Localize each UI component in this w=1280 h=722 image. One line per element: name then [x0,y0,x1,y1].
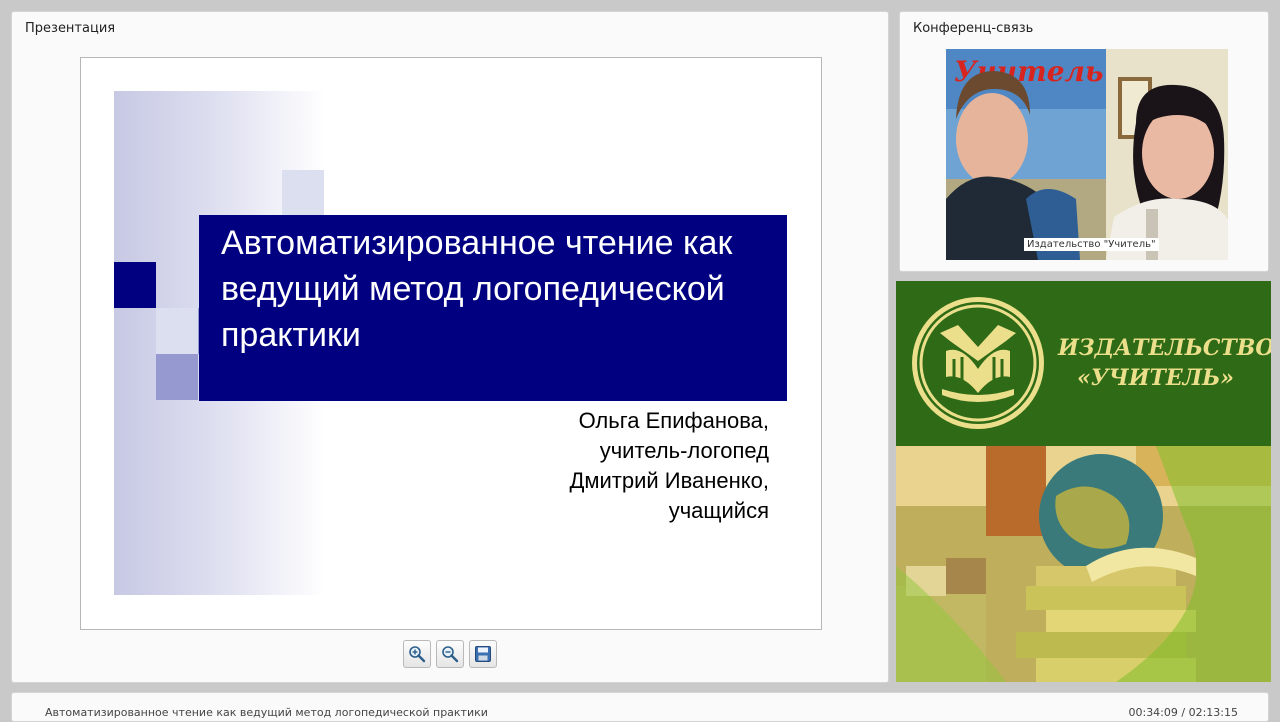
presentation-slide: Автоматизированное чтение как ведущий ме… [80,57,822,630]
playback-time: 00:34:09 / 02:13:15 [1128,706,1238,719]
slide-title: Автоматизированное чтение как ведущий ме… [221,224,733,354]
presentation-panel: Презентация Автоматизированное чтение ка… [11,11,889,683]
publisher-name-line: «УЧИТЕЛЬ» [1077,365,1234,391]
publisher-banner: ИЗДАТЕЛЬСТВО «УЧИТЕЛЬ» [896,281,1271,446]
zoom-in-button[interactable] [403,640,431,668]
slide-author-line: Ольга Епифанова, [578,408,769,433]
video-frame: Учитель [946,49,1228,260]
zoom-out-button[interactable] [436,640,464,668]
save-button[interactable] [469,640,497,668]
status-presentation-title: Автоматизированное чтение как ведущий ме… [45,706,488,719]
publisher-name-line: ИЗДАТЕЛЬСТВО [1058,335,1271,361]
video-caption: Издательство "Учитель" [1024,238,1159,251]
zoom-out-icon [442,646,459,663]
slide-decor-square [156,308,198,354]
books-globe-illustration [896,446,1271,682]
conference-panel-title: Конференц-связь [913,21,1034,36]
publisher-image [896,446,1271,682]
slide-decor-square [156,354,198,400]
video-feed[interactable]: Учитель Издательство "Учитель" [946,49,1228,260]
slide-decor-square [282,170,324,216]
slide-author-line: учащийся [668,498,769,523]
slide-author-line: учитель-логопед [599,438,769,463]
slide-decor-square [114,262,156,308]
conference-panel: Конференц-связь Учитель Издательство "Уч… [899,11,1269,272]
zoom-in-icon [409,646,426,663]
slide-authors: Ольга Епифанова, учитель-логопед Дмитрий… [569,406,769,526]
slide-author-line: Дмитрий Иваненко, [569,468,769,493]
publisher-logo-icon [912,297,1044,429]
status-bar: Автоматизированное чтение как ведущий ме… [11,692,1269,722]
save-icon [475,646,491,662]
publisher-name: ИЗДАТЕЛЬСТВО «УЧИТЕЛЬ» [1058,333,1271,393]
presentation-panel-title: Презентация [25,21,116,36]
